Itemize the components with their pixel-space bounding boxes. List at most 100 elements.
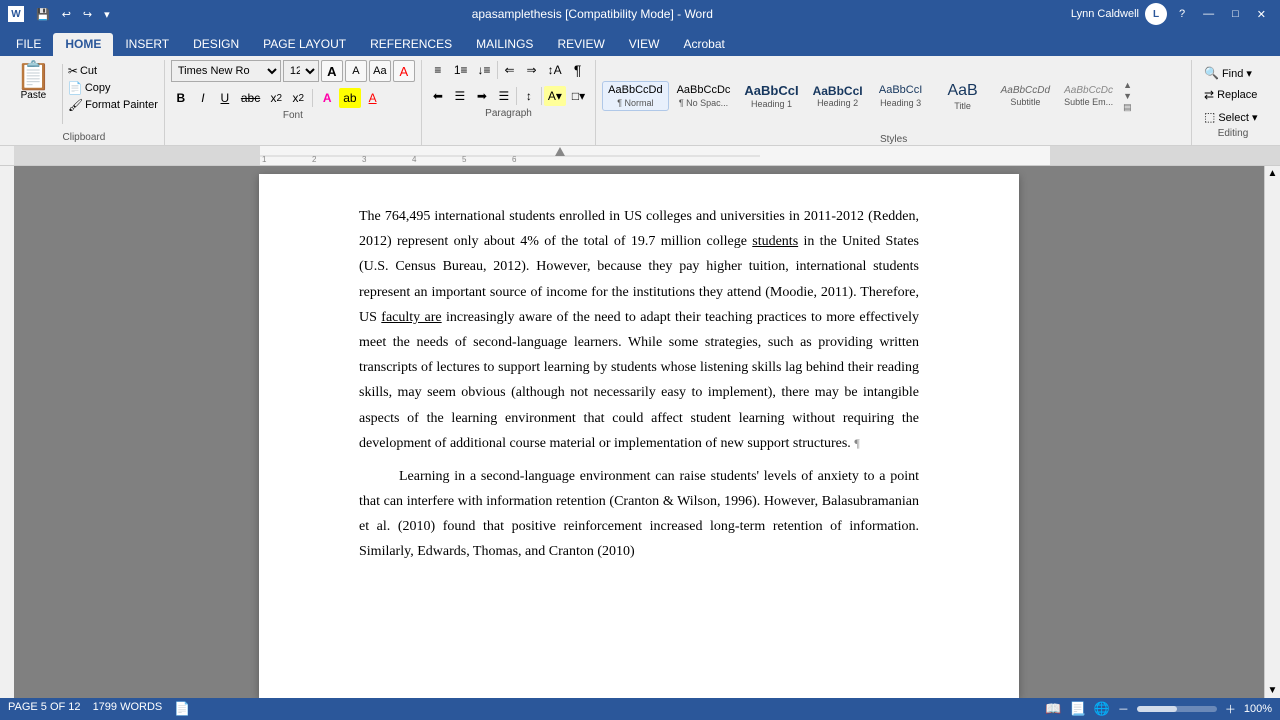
cut-btn[interactable]: ✂ Cut (68, 64, 158, 78)
document-area: The 764,495 international students enrol… (0, 166, 1280, 698)
tab-home[interactable]: HOME (53, 33, 113, 56)
tab-file[interactable]: FILE (4, 33, 53, 56)
format-painter-icon: 🖌 (68, 98, 83, 112)
bold-btn[interactable]: B (171, 88, 191, 108)
close-btn[interactable]: ✕ (1251, 6, 1272, 23)
font-group: Times New Ro 12 A A Aa A B I U abc x2 x2… (167, 60, 422, 145)
right-scrollbar[interactable]: ▲ ▼ (1264, 166, 1280, 698)
tab-mailings[interactable]: MAILINGS (464, 33, 545, 56)
zoom-out-btn[interactable]: － (1118, 701, 1129, 717)
borders-btn[interactable]: □▾ (568, 86, 589, 106)
scroll-up-btn[interactable]: ▲ (1268, 168, 1278, 179)
tab-references[interactable]: REFERENCES (358, 33, 464, 56)
styles-label: Styles (602, 134, 1185, 145)
editing-group: 🔍 Find ▾ ⇄ Replace ⬚ Select ▾ Editing (1194, 60, 1274, 145)
view-web-btn[interactable]: 🌐 (1094, 701, 1110, 717)
increase-indent-btn[interactable]: ⇒ (522, 60, 542, 80)
line-spacing-btn[interactable]: ↕ (519, 86, 539, 106)
paste-btn[interactable]: 📋 Paste (10, 60, 57, 130)
font-color-btn[interactable]: A (363, 88, 383, 108)
user-name: Lynn Caldwell (1071, 8, 1139, 20)
increase-font-btn[interactable]: A (321, 60, 343, 82)
tab-review[interactable]: REVIEW (545, 33, 616, 56)
ruler-left-margin (14, 146, 260, 165)
word-app-icon: W (8, 6, 24, 22)
underline-btn[interactable]: U (215, 88, 235, 108)
text-effects-btn[interactable]: A (317, 88, 337, 108)
style-subtleemphasis[interactable]: AaBbCcDc Subtle Em... (1058, 82, 1119, 110)
highlight-btn[interactable]: ab (339, 88, 360, 108)
word-count: 1799 WORDS (93, 701, 163, 717)
sort-btn[interactable]: ↕A (544, 60, 566, 80)
styles-more[interactable]: ▤ (1123, 102, 1132, 113)
style-heading3-label: Heading 3 (880, 98, 921, 108)
italic-btn[interactable]: I (193, 88, 213, 108)
find-btn[interactable]: 🔍 Find ▾ (1198, 64, 1268, 82)
shading-btn[interactable]: A▾ (544, 86, 566, 106)
replace-btn[interactable]: ⇄ Replace (1198, 86, 1268, 104)
show-marks-btn[interactable]: ¶ (568, 60, 588, 80)
tab-design[interactable]: DESIGN (181, 33, 251, 56)
bullets-btn[interactable]: ≡ (428, 60, 448, 80)
font-name-select[interactable]: Times New Ro (171, 60, 281, 82)
tab-pagelayout[interactable]: PAGE LAYOUT (251, 33, 358, 56)
style-subtitle[interactable]: AaBbCcDd Subtitle (995, 82, 1056, 110)
subscript-btn[interactable]: x2 (266, 88, 286, 108)
ruler-right-margin (1050, 146, 1280, 165)
strikethrough-btn[interactable]: abc (237, 88, 264, 108)
undo-quickaccess-btn[interactable]: ↩ (58, 6, 75, 23)
numbering-btn[interactable]: 1≡ (450, 60, 472, 80)
style-title[interactable]: AaB Title (933, 78, 993, 113)
select-btn[interactable]: ⬚ Select ▾ (1198, 108, 1268, 126)
scroll-down-btn[interactable]: ▼ (1268, 685, 1278, 696)
copy-btn[interactable]: 📄 Copy (68, 81, 158, 95)
tab-acrobat[interactable]: Acrobat (671, 33, 736, 56)
pilcrow-1: ¶ (854, 436, 859, 450)
style-heading1[interactable]: AaBbCcI Heading 1 (738, 80, 804, 112)
style-nospace[interactable]: AaBbCcDc ¶ No Spac... (671, 81, 737, 110)
underlined-students: students (752, 234, 798, 249)
change-case-btn[interactable]: Aa (369, 60, 391, 82)
justify-btn[interactable]: ☰ (494, 86, 514, 106)
align-left-btn[interactable]: ⬅ (428, 86, 448, 106)
multilevel-btn[interactable]: ↓≡ (474, 60, 495, 80)
redo-quickaccess-btn[interactable]: ↪ (79, 6, 96, 23)
tab-view[interactable]: VIEW (617, 33, 672, 56)
style-heading3[interactable]: AaBbCcI Heading 3 (871, 81, 931, 110)
zoom-level: 100% (1244, 703, 1272, 715)
svg-text:4: 4 (412, 155, 417, 164)
style-nospace-label: ¶ No Spac... (679, 98, 728, 108)
decrease-indent-btn[interactable]: ⇐ (500, 60, 520, 80)
zoom-in-btn[interactable]: ＋ (1225, 701, 1236, 717)
view-print-btn[interactable]: 📃 (1069, 701, 1085, 717)
center-btn[interactable]: ☰ (450, 86, 470, 106)
customize-quickaccess-btn[interactable]: ▾ (100, 6, 114, 23)
format-painter-btn[interactable]: 🖌 Format Painter (68, 98, 158, 112)
style-subtitle-preview: AaBbCcDd (1001, 85, 1050, 97)
decrease-font-btn[interactable]: A (345, 60, 367, 82)
left-panel-margin (0, 166, 14, 698)
style-nospace-preview: AaBbCcDc (677, 84, 731, 97)
superscript-btn[interactable]: x2 (288, 88, 308, 108)
font-size-select[interactable]: 12 (283, 60, 319, 82)
doc-scroll-area[interactable]: The 764,495 international students enrol… (14, 166, 1264, 698)
styles-scroll-up[interactable]: ▲ (1123, 80, 1132, 90)
select-icon: ⬚ (1204, 110, 1215, 124)
style-heading2[interactable]: AaBbCcI Heading 2 (807, 81, 869, 111)
zoom-slider[interactable] (1137, 706, 1217, 712)
document-page[interactable]: The 764,495 international students enrol… (259, 174, 1019, 698)
tab-insert[interactable]: INSERT (113, 33, 181, 56)
window-title: apasamplethesis [Compatibility Mode] - W… (472, 7, 713, 21)
align-right-btn[interactable]: ➡ (472, 86, 492, 106)
style-normal[interactable]: AaBbCcDd ¶ Normal (602, 81, 668, 110)
ruler-main[interactable]: 1 2 3 4 5 6 (260, 146, 1050, 165)
minimize-btn[interactable]: — (1197, 6, 1220, 22)
maximize-btn[interactable]: □ (1226, 6, 1245, 22)
cut-label: Cut (80, 65, 97, 77)
view-read-btn[interactable]: 📖 (1045, 701, 1061, 717)
status-bar: PAGE 5 OF 12 1799 WORDS 📄 📖 📃 🌐 － ＋ 100% (0, 698, 1280, 720)
help-btn[interactable]: ? (1173, 6, 1191, 22)
clear-formatting-btn[interactable]: A (393, 60, 415, 82)
styles-scroll-down[interactable]: ▼ (1123, 91, 1132, 101)
save-quickaccess-btn[interactable]: 💾 (32, 6, 54, 23)
